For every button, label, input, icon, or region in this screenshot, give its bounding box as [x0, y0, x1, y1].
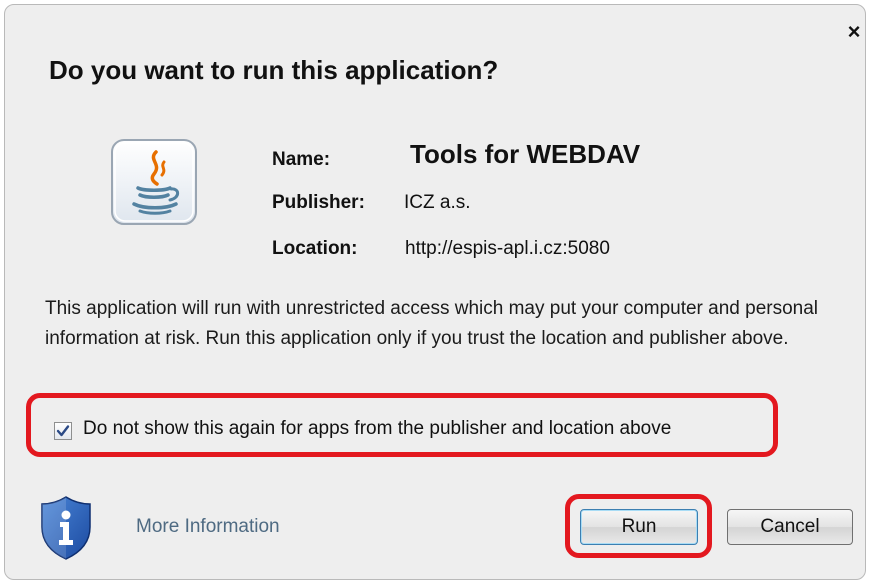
cancel-button[interactable]: Cancel — [727, 509, 853, 545]
java-security-dialog: × Do you want to run this application? N… — [4, 4, 866, 580]
close-icon[interactable]: × — [843, 21, 865, 43]
security-warning-text: This application will run with unrestric… — [45, 298, 819, 349]
app-name-value: Tools for WEBDAV — [410, 139, 641, 169]
info-shield-icon — [39, 495, 93, 561]
java-cup-icon — [110, 138, 198, 226]
location-label: Location: — [272, 238, 358, 259]
run-button[interactable]: Run — [580, 509, 698, 545]
checkmark-icon — [56, 425, 70, 437]
do-not-show-again-checkbox[interactable] — [54, 422, 72, 440]
publisher-value: ICZ a.s. — [404, 192, 471, 213]
location-value: http://espis-apl.i.cz:5080 — [405, 238, 610, 259]
more-information-link[interactable]: More Information — [136, 516, 280, 538]
do-not-show-again-label[interactable]: Do not show this again for apps from the… — [83, 418, 671, 440]
publisher-label: Publisher: — [272, 192, 365, 213]
name-label: Name: — [272, 149, 331, 170]
dialog-title: Do you want to run this application? — [49, 55, 499, 85]
